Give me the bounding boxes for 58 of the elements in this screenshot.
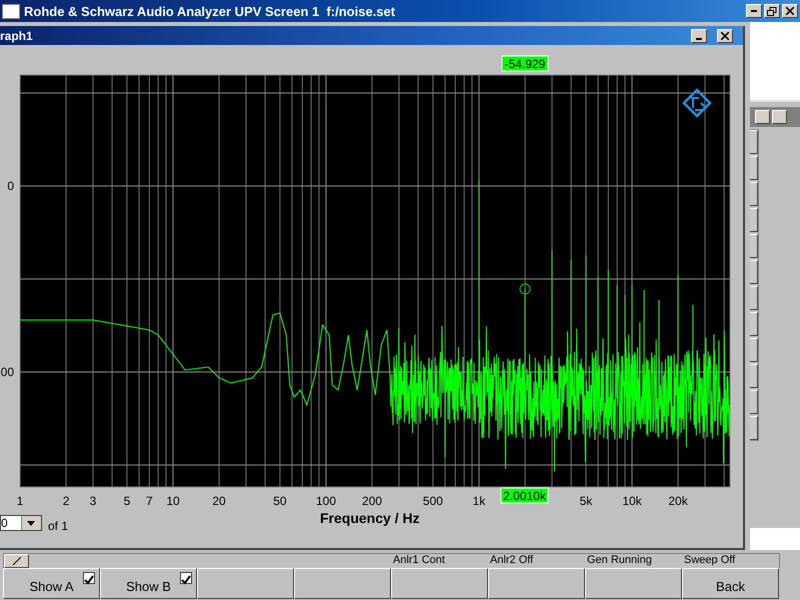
page-dropdown[interactable]: 0 [0,515,42,531]
close-icon [721,32,729,40]
tick-label: 5 [124,494,130,508]
tick-label: 1k [472,494,486,508]
softkey-button[interactable] [585,568,682,599]
window-icon [2,4,20,18]
tick-label: 20 [212,494,226,508]
edit-button[interactable] [4,554,29,568]
check-icon [181,575,191,585]
window-title: raph1 [0,28,34,42]
restore-icon [767,6,777,16]
tick-label: 20k [668,494,688,508]
close-icon [786,7,794,15]
close-button[interactable] [782,4,798,18]
softkey-button[interactable] [488,568,585,599]
tick-label: 10k [622,494,642,508]
cursor-readout: -54.929 [502,56,548,72]
axis-label: Frequency / Hz [320,510,420,526]
status-label: Sweep Off [683,554,736,568]
caret-icon [27,520,36,526]
tick-label: 5k [580,494,592,508]
window-title: Rohde & Schwarz Audio Analyzer UPV Screen 1 f:/noise.set [24,4,396,18]
tick-label: 00 [0,365,14,379]
tick-label: 2 [62,494,70,508]
logo-icon [682,88,712,118]
softkey-button[interactable] [294,568,391,599]
softkey-button[interactable] [391,568,488,599]
tick-label: 100 [316,494,336,508]
tick-label: 10 [166,494,180,508]
cursor-readout: 2.0010k [500,488,548,504]
minimize-button[interactable] [746,4,762,18]
check-icon [84,575,94,585]
tick-label: 3 [90,494,96,508]
close-button[interactable] [717,28,733,42]
softkey-button[interactable] [197,568,294,599]
checkbox[interactable] [83,572,95,584]
minimize-icon [696,38,702,40]
softkey-button[interactable]: Back [682,568,779,599]
minimize-button[interactable] [691,28,707,42]
status-label: Anlr1 Cont [392,554,446,568]
minimize-button[interactable] [755,110,770,124]
restore-button[interactable] [764,4,780,18]
tick-label: 7 [146,494,153,508]
checkbox[interactable] [180,572,192,584]
softkey-button[interactable]: Show B [100,568,197,599]
status-label: Anlr2 Off [489,554,534,568]
maximize-button[interactable] [772,110,787,124]
tick-label: 1 [16,494,24,508]
page-count: of 1 [48,519,68,533]
tick-label: 0 [7,179,14,193]
softkey-button[interactable]: Show A [3,568,100,599]
status-label: Gen Running [586,554,653,568]
tick-label: 500 [422,494,443,508]
minimize-icon [751,10,757,12]
tick-label: 200 [362,494,382,508]
slash-icon [12,557,22,565]
tick-label: 50 [273,494,287,508]
cursor-marker [520,284,531,294]
